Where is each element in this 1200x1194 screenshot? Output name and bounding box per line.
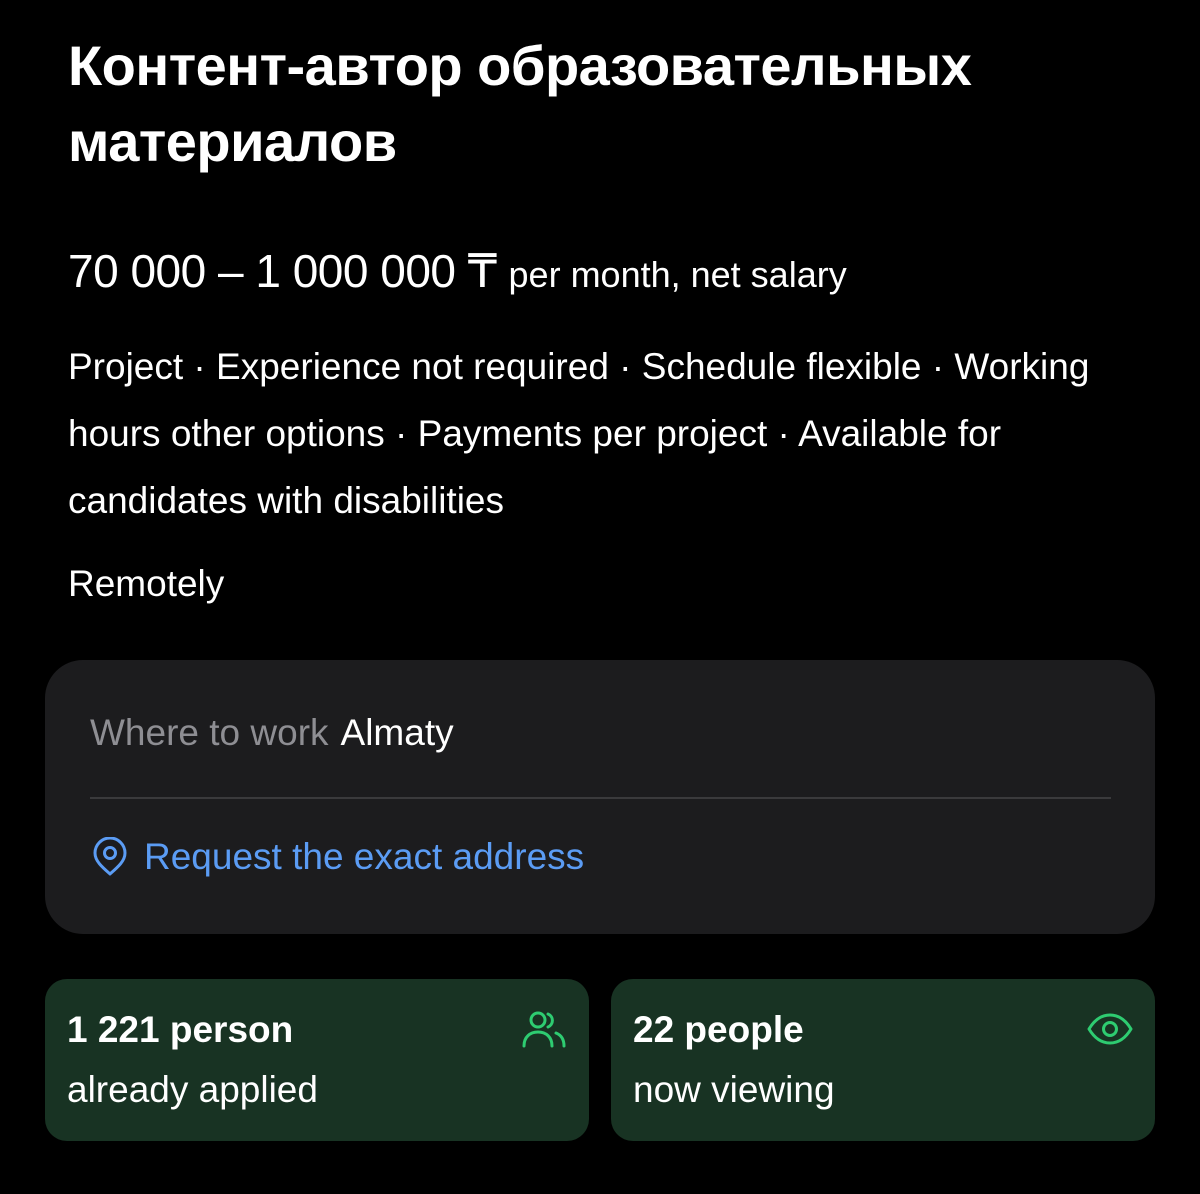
salary-amount: 70 000 – 1 000 000 ₸ [68,245,497,297]
request-address-link[interactable]: Request the exact address [90,836,584,878]
work-format: Remotely [68,563,225,604]
where-to-work: Where to work Almaty [90,712,454,754]
applied-label: already applied [67,1069,318,1110]
viewing-count: 22 people [633,1009,804,1050]
salary: 70 000 – 1 000 000 ₸ per month, net salar… [68,244,847,298]
viewing-label: now viewing [633,1069,835,1110]
divider [90,797,1111,799]
work-place-card: Where to work Almaty Request the exact ad… [45,660,1155,934]
eye-icon [1087,1013,1133,1045]
viewing-stat-card: 22 people now viewing [611,979,1155,1141]
where-to-work-label: Where to work [90,712,329,753]
salary-period: per month, net salary [508,254,847,295]
applied-stat-card: 1 221 person already applied [45,979,589,1141]
vacancy-conditions: Project · Experience not required · Sche… [68,346,1090,521]
request-address-label: Request the exact address [144,836,585,877]
vacancy-title: Контент-автор образовательных материалов [68,34,972,173]
work-city: Almaty [340,712,454,753]
location-pin-icon [93,837,127,876]
people-icon [522,1011,566,1048]
applied-count: 1 221 person [67,1009,294,1050]
